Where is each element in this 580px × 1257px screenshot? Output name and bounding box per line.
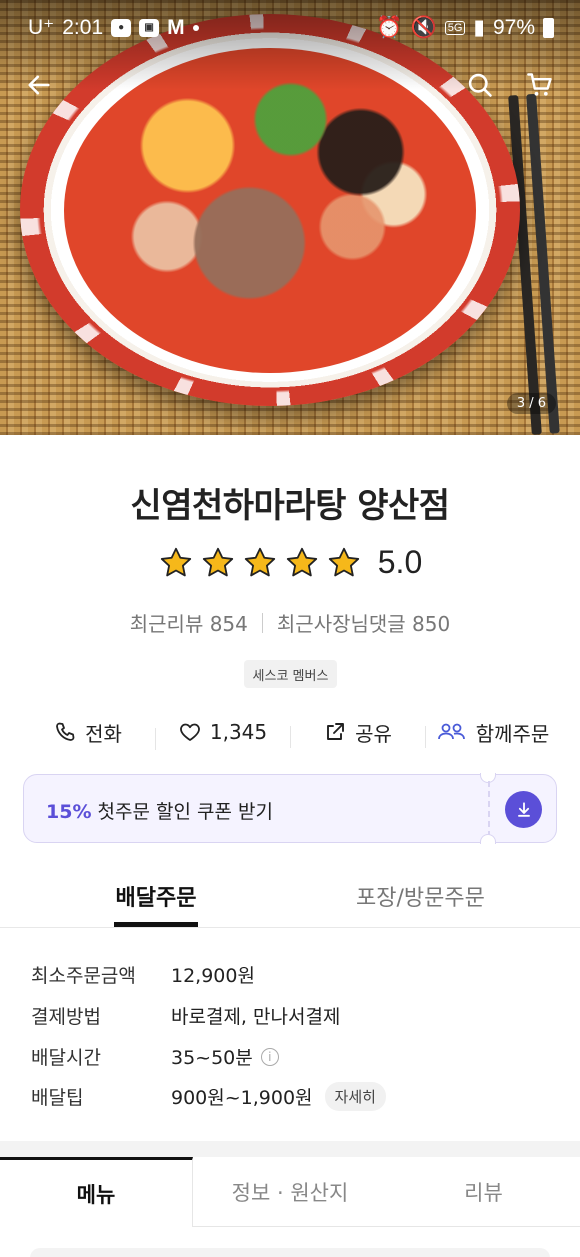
payment-value: 바로결제, 만나서결제 xyxy=(171,1006,341,1028)
tab-menu[interactable]: 메뉴 xyxy=(0,1157,193,1227)
share-icon xyxy=(327,723,345,740)
rating-row[interactable]: 5.0 xyxy=(0,544,580,581)
shop-name: 신염천하마라탕 양산점 xyxy=(130,486,450,526)
min-order-label: 최소주문금액 xyxy=(31,965,136,987)
coupon-label: 첫주문 할인 쿠폰 받기 xyxy=(97,801,273,823)
delivery-time-value-wrap: 35~50분 i xyxy=(171,1043,279,1070)
owner-reply-count[interactable]: 최근사장님댓글 850 xyxy=(277,608,450,637)
chopsticks-graphic xyxy=(508,95,542,435)
download-icon xyxy=(517,801,530,817)
alarm-icon: ⏰ xyxy=(376,15,403,39)
delivery-time-row: 배달시간 35~50분 i xyxy=(31,1043,279,1070)
star-icon xyxy=(202,547,233,576)
status-time: 2:01 xyxy=(62,15,104,39)
delivery-tip-value: 900원~1,900원 xyxy=(171,1087,313,1109)
group-order-button[interactable]: 함께주문 xyxy=(425,718,560,748)
malatang-soup-graphic xyxy=(64,48,476,373)
cart-button[interactable] xyxy=(521,66,559,104)
delivery-time-label: 배달시간 xyxy=(31,1047,101,1069)
divider xyxy=(261,612,263,633)
delivery-tip-label: 배달팁 xyxy=(31,1087,84,1109)
battery-level: 97% xyxy=(492,15,535,39)
section-gap xyxy=(0,1141,580,1157)
arrow-left-icon xyxy=(28,75,50,95)
battery-icon xyxy=(543,17,554,38)
signal-icon: ▮ xyxy=(473,16,485,39)
shop-actions: 전화 1,345 공유 함께주문 xyxy=(20,712,560,752)
delivery-tip-value-wrap: 900원~1,900원 자세히 xyxy=(171,1082,386,1111)
network-type: 5G xyxy=(444,20,466,35)
delivery-info: 최소주문금액 12,900원 결제방법 바로결제, 만나서결제 배달시간 35~… xyxy=(0,929,580,1141)
min-order-row: 최소주문금액 12,900원 xyxy=(31,961,255,988)
review-summary[interactable]: 최근리뷰 854 최근사장님댓글 850 xyxy=(0,608,580,637)
search-icon xyxy=(468,73,492,97)
coupon-text: 15% 첫주문 할인 쿠폰 받기 xyxy=(46,797,273,824)
delivery-time-value: 35~50분 xyxy=(171,1047,253,1069)
cesco-member-badge: 세스코 멤버스 xyxy=(244,660,337,688)
star-icon xyxy=(286,547,317,576)
tab-pickup-order[interactable]: 포장/방문주문 xyxy=(356,880,485,912)
share-label: 공유 xyxy=(355,721,392,746)
like-button[interactable]: 1,345 xyxy=(155,720,290,750)
group-users-icon xyxy=(437,723,465,740)
recent-review-count[interactable]: 최근리뷰 854 xyxy=(130,608,248,637)
carrier-label: U⁺ xyxy=(28,16,55,39)
delivery-tip-row: 배달팁 900원~1,900원 자세히 xyxy=(31,1082,386,1111)
more-notifications-icon xyxy=(192,24,199,31)
coupon-download-button[interactable] xyxy=(505,791,542,828)
main-tabs: 메뉴 정보 · 원산지 리뷰 xyxy=(0,1157,580,1227)
call-button[interactable]: 전화 xyxy=(20,718,155,747)
gallery-notification-icon: ▣ xyxy=(139,18,160,37)
menu-search-bar-peek xyxy=(30,1248,550,1257)
info-icon[interactable]: i xyxy=(260,1047,279,1066)
rating-value: 5.0 xyxy=(377,544,423,580)
payment-label: 결제방법 xyxy=(31,1006,101,1028)
star-icon xyxy=(160,547,191,576)
min-order-value: 12,900원 xyxy=(171,965,255,987)
mute-icon: 🔇 xyxy=(410,15,437,39)
cart-icon xyxy=(527,73,552,96)
payment-row: 결제방법 바로결제, 만나서결제 xyxy=(31,1002,340,1029)
heart-icon xyxy=(179,723,200,741)
tab-review[interactable]: 리뷰 xyxy=(387,1157,580,1227)
order-type-tabs: 배달주문 포장/방문주문 xyxy=(0,866,580,928)
tab-delivery-order[interactable]: 배달주문 xyxy=(114,880,198,927)
coupon-notch-bottom xyxy=(480,834,496,844)
star-icon xyxy=(244,547,275,576)
first-order-coupon[interactable]: 15% 첫주문 할인 쿠폰 받기 xyxy=(23,773,557,844)
status-bar: U⁺ 2:01 ● ▣ M ⏰ 🔇 5G ▮ 97% xyxy=(0,0,580,56)
phone-icon xyxy=(56,722,75,741)
image-page-counter: 3 / 6 xyxy=(506,393,556,414)
call-label: 전화 xyxy=(85,721,122,746)
samsung-notification-icon: ● xyxy=(111,18,132,37)
star-icon xyxy=(328,547,359,576)
tab-info-origin[interactable]: 정보 · 원산지 xyxy=(193,1157,387,1227)
back-button[interactable] xyxy=(20,66,58,104)
gmail-notification-icon: M xyxy=(167,15,185,39)
search-button[interactable] xyxy=(461,66,499,104)
coupon-divider xyxy=(488,781,490,837)
delivery-tip-detail-button[interactable]: 자세히 xyxy=(324,1082,386,1111)
group-order-label: 함께주문 xyxy=(475,721,550,746)
like-count: 1,345 xyxy=(209,720,268,744)
coupon-percent: 15% xyxy=(46,801,92,823)
share-button[interactable]: 공유 xyxy=(290,718,425,748)
